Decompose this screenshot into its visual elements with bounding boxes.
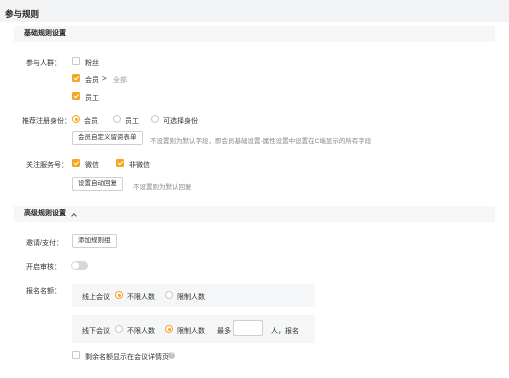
rules-panel: 基础规则设置 参与人群： 粉丝 会员 > 全部 员工 推荐注册身份： 会员 员工… — [0, 22, 509, 378]
radio-recommend-staff[interactable] — [113, 115, 121, 123]
radio-offline-limited[interactable] — [165, 325, 173, 333]
auto-reply-hint: 不设置则为默认回复 — [133, 184, 192, 191]
online-meeting-label: 线上会议 — [82, 294, 110, 301]
invite-pay-label: 邀请/支付： — [26, 240, 63, 247]
page-title: 参与规则 — [5, 9, 40, 19]
quota-label: 报名名额： — [26, 288, 61, 295]
radio-offline-unlimited-label: 不限人数 — [127, 328, 155, 335]
radio-online-unlimited-label: 不限人数 — [127, 294, 155, 301]
enable-review-label: 开启审核： — [26, 264, 61, 271]
checkbox-non-wechat-label: 非微信 — [129, 162, 150, 169]
member-form-hint: 不设置则为默认字段，即会员基础设置-属性设置中设置在C端显示的所有字段 — [150, 138, 372, 145]
checkbox-members[interactable] — [72, 74, 80, 82]
member-form-button[interactable]: 会员自定义留资表单 — [72, 131, 143, 145]
radio-online-limited-label: 限制人数 — [177, 294, 205, 301]
follow-account-label: 关注服务号： — [26, 162, 68, 169]
members-scope-link[interactable]: 全部 — [113, 75, 127, 85]
participants-label: 参与人群： — [26, 60, 61, 67]
auto-reply-button[interactable]: 设置自动回复 — [72, 177, 123, 191]
radio-offline-limited-label: 限制人数 — [177, 328, 205, 335]
recommend-identity-label: 推荐注册身份： — [22, 118, 71, 125]
checkbox-staff-label: 员工 — [85, 95, 99, 102]
max-suffix: 人，报名 — [271, 328, 299, 335]
radio-recommend-choosable[interactable] — [151, 115, 159, 123]
checkbox-fans-label: 粉丝 — [85, 60, 99, 67]
offline-meeting-label: 线下会议 — [82, 328, 110, 335]
radio-online-limited[interactable] — [165, 291, 173, 299]
max-attendees-input[interactable] — [233, 320, 263, 336]
checkbox-staff[interactable] — [72, 92, 80, 100]
radio-online-unlimited[interactable] — [115, 291, 123, 299]
chevron-right-icon[interactable]: > — [102, 74, 107, 83]
advanced-rules-header[interactable]: 高级规则设置 — [14, 206, 495, 222]
checkbox-wechat[interactable] — [72, 159, 80, 167]
show-remaining-label: 剩余名额显示在会议详情页 — [85, 354, 169, 361]
checkbox-fans[interactable] — [72, 57, 80, 65]
checkbox-members-label: 会员 — [85, 77, 99, 84]
checkbox-non-wechat[interactable] — [116, 159, 124, 167]
radio-recommend-member-label: 会员 — [84, 118, 98, 125]
basic-rules-header: 基础规则设置 — [14, 26, 495, 42]
radio-offline-unlimited[interactable] — [115, 325, 123, 333]
max-prefix: 最多 — [217, 328, 231, 335]
advanced-rules-title: 高级规则设置 — [24, 210, 66, 217]
checkbox-wechat-label: 微信 — [85, 162, 99, 169]
review-toggle[interactable] — [71, 261, 88, 270]
add-rule-group-button[interactable]: 添加规则组 — [72, 234, 117, 248]
checkbox-show-remaining[interactable] — [72, 351, 80, 359]
help-icon[interactable]: ? — [168, 352, 175, 359]
radio-recommend-member[interactable] — [72, 115, 80, 123]
radio-recommend-staff-label: 员工 — [125, 118, 139, 125]
radio-recommend-choosable-label: 可选择身份 — [163, 118, 198, 125]
